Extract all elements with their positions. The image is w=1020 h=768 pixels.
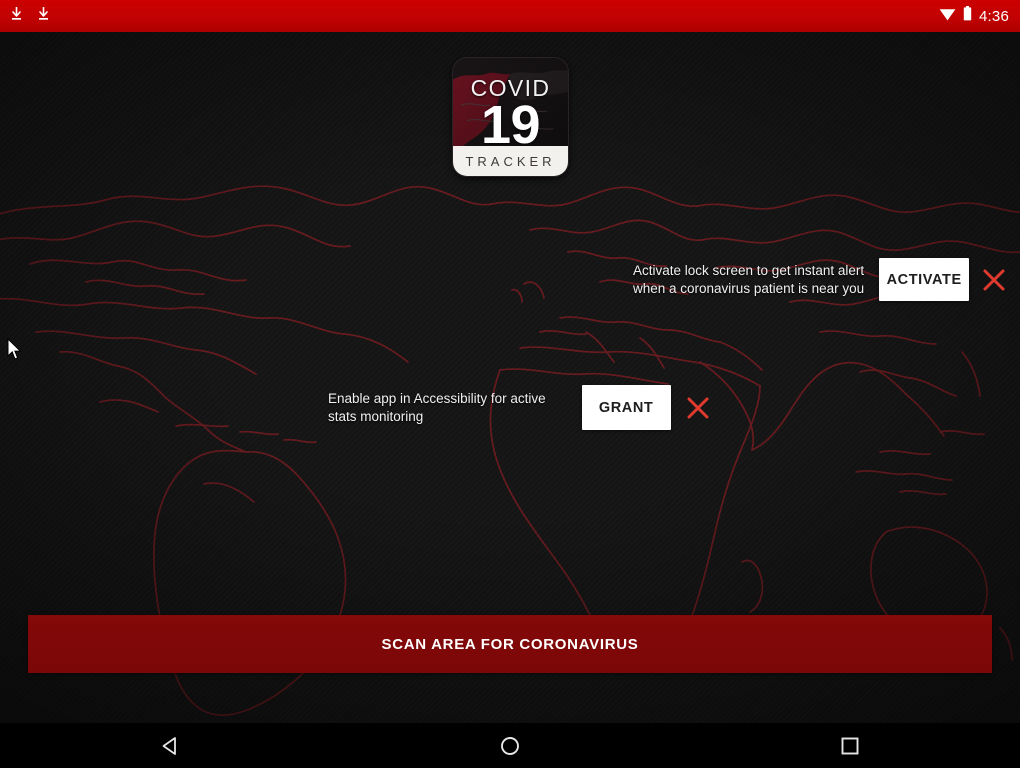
home-circle-icon[interactable] [465,723,555,768]
prompt-accessibility: Enable app in Accessibility for active s… [328,385,713,430]
close-x-icon[interactable] [979,265,1009,295]
prompt-lockscreen-message: Activate lock screen to get instant aler… [633,262,865,296]
grant-button[interactable]: GRANT [581,385,671,430]
app-logo: COVID 19 TRACKER [452,57,569,177]
status-bar-right-icons: 4:36 [939,6,1020,26]
app-screen: 4:36 COVID 19 TRACKER Activate lock scre… [0,0,1020,768]
close-x-icon[interactable] [683,393,713,423]
recents-square-icon[interactable] [805,723,895,768]
download-icon [9,6,24,27]
android-nav-bar [0,723,1020,768]
status-bar-left-icons [0,6,51,27]
battery-icon [963,6,972,26]
logo-tracker-band: TRACKER [453,146,568,176]
prompt-accessibility-message: Enable app in Accessibility for active s… [328,390,546,424]
activate-button[interactable]: ACTIVATE [879,258,970,301]
scan-area-button[interactable]: SCAN AREA FOR CORONAVIRUS [28,615,992,673]
download-icon [36,6,51,27]
prompt-lockscreen: Activate lock screen to get instant aler… [633,258,1009,301]
logo-tracker-text: TRACKER [465,153,556,169]
status-bar-clock: 4:36 [979,7,1009,25]
status-bar: 4:36 [0,0,1020,32]
wifi-icon [939,7,956,26]
back-triangle-icon[interactable] [125,723,215,768]
